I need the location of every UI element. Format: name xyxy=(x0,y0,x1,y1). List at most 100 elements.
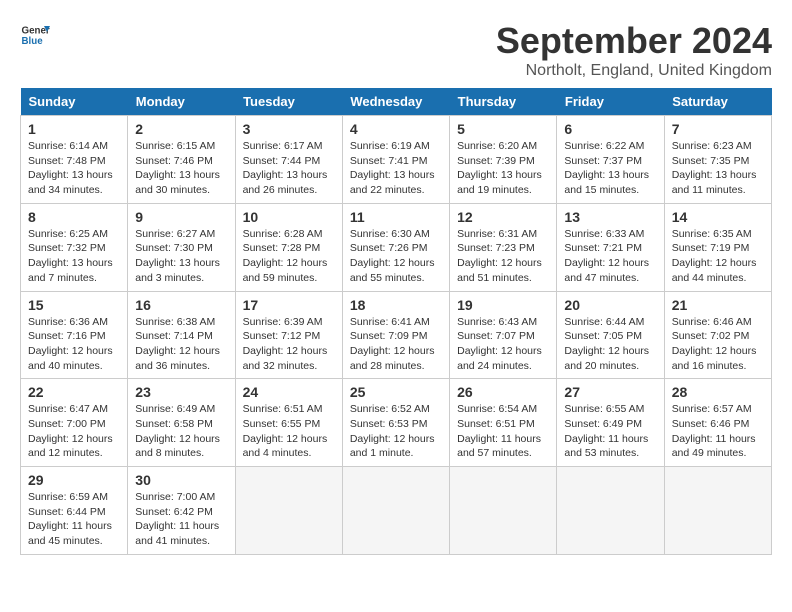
calendar-cell: 14 Sunrise: 6:35 AM Sunset: 7:19 PM Dayli… xyxy=(664,203,771,291)
day-info: Sunrise: 6:23 AM Sunset: 7:35 PM Dayligh… xyxy=(672,139,764,198)
calendar-cell: 28 Sunrise: 6:57 AM Sunset: 6:46 PM Dayli… xyxy=(664,379,771,467)
day-info: Sunrise: 6:59 AM Sunset: 6:44 PM Dayligh… xyxy=(28,490,120,549)
day-number: 28 xyxy=(672,384,764,400)
calendar-cell xyxy=(342,467,449,555)
day-number: 18 xyxy=(350,297,442,313)
day-number: 3 xyxy=(243,121,335,137)
calendar-cell xyxy=(450,467,557,555)
day-info: Sunrise: 6:22 AM Sunset: 7:37 PM Dayligh… xyxy=(564,139,656,198)
day-info: Sunrise: 6:51 AM Sunset: 6:55 PM Dayligh… xyxy=(243,402,335,461)
day-number: 21 xyxy=(672,297,764,313)
page-header: General Blue September 2024 Northolt, En… xyxy=(20,20,772,80)
calendar-cell: 15 Sunrise: 6:36 AM Sunset: 7:16 PM Dayli… xyxy=(21,291,128,379)
day-number: 5 xyxy=(457,121,549,137)
calendar-cell: 30 Sunrise: 7:00 AM Sunset: 6:42 PM Dayli… xyxy=(128,467,235,555)
day-info: Sunrise: 6:27 AM Sunset: 7:30 PM Dayligh… xyxy=(135,227,227,286)
calendar-cell: 13Sunrise: 6:33 AM Sunset: 7:21 PM Dayli… xyxy=(557,203,664,291)
col-header-tuesday: Tuesday xyxy=(235,88,342,116)
calendar-cell: 29 Sunrise: 6:59 AM Sunset: 6:44 PM Dayli… xyxy=(21,467,128,555)
day-info: Sunrise: 6:43 AM Sunset: 7:07 PM Dayligh… xyxy=(457,315,549,374)
day-number: 9 xyxy=(135,209,227,225)
day-number: 17 xyxy=(243,297,335,313)
location-subtitle: Northolt, England, United Kingdom xyxy=(496,62,772,80)
col-header-wednesday: Wednesday xyxy=(342,88,449,116)
calendar-cell: 18 Sunrise: 6:41 AM Sunset: 7:09 PM Dayli… xyxy=(342,291,449,379)
calendar-cell: 17 Sunrise: 6:39 AM Sunset: 7:12 PM Dayli… xyxy=(235,291,342,379)
week-row-3: 15 Sunrise: 6:36 AM Sunset: 7:16 PM Dayli… xyxy=(21,291,772,379)
day-info: Sunrise: 6:44 AM Sunset: 7:05 PM Dayligh… xyxy=(564,315,656,374)
week-row-5: 29 Sunrise: 6:59 AM Sunset: 6:44 PM Dayli… xyxy=(21,467,772,555)
day-number: 8 xyxy=(28,209,120,225)
day-number: 26 xyxy=(457,384,549,400)
calendar-cell: 7 Sunrise: 6:23 AM Sunset: 7:35 PM Daylig… xyxy=(664,116,771,204)
calendar-cell: 8Sunrise: 6:25 AM Sunset: 7:32 PM Daylig… xyxy=(21,203,128,291)
calendar-cell: 24 Sunrise: 6:51 AM Sunset: 6:55 PM Dayli… xyxy=(235,379,342,467)
day-info: Sunrise: 6:46 AM Sunset: 7:02 PM Dayligh… xyxy=(672,315,764,374)
day-number: 2 xyxy=(135,121,227,137)
day-number: 10 xyxy=(243,209,335,225)
day-info: Sunrise: 6:17 AM Sunset: 7:44 PM Dayligh… xyxy=(243,139,335,198)
day-number: 4 xyxy=(350,121,442,137)
day-number: 6 xyxy=(564,121,656,137)
day-info: Sunrise: 6:55 AM Sunset: 6:49 PM Dayligh… xyxy=(564,402,656,461)
week-row-4: 22 Sunrise: 6:47 AM Sunset: 7:00 PM Dayli… xyxy=(21,379,772,467)
logo: General Blue xyxy=(20,20,50,50)
day-number: 27 xyxy=(564,384,656,400)
calendar-cell: 16 Sunrise: 6:38 AM Sunset: 7:14 PM Dayli… xyxy=(128,291,235,379)
day-number: 24 xyxy=(243,384,335,400)
calendar-cell: 11Sunrise: 6:30 AM Sunset: 7:26 PM Dayli… xyxy=(342,203,449,291)
day-info: Sunrise: 6:54 AM Sunset: 6:51 PM Dayligh… xyxy=(457,402,549,461)
month-title: September 2024 xyxy=(496,20,772,62)
day-number: 29 xyxy=(28,472,120,488)
calendar-table: SundayMondayTuesdayWednesdayThursdayFrid… xyxy=(20,88,772,555)
day-number: 14 xyxy=(672,209,764,225)
day-info: Sunrise: 6:38 AM Sunset: 7:14 PM Dayligh… xyxy=(135,315,227,374)
day-info: Sunrise: 6:47 AM Sunset: 7:00 PM Dayligh… xyxy=(28,402,120,461)
day-info: Sunrise: 6:57 AM Sunset: 6:46 PM Dayligh… xyxy=(672,402,764,461)
calendar-cell: 12Sunrise: 6:31 AM Sunset: 7:23 PM Dayli… xyxy=(450,203,557,291)
calendar-header-row: SundayMondayTuesdayWednesdayThursdayFrid… xyxy=(21,88,772,116)
day-number: 20 xyxy=(564,297,656,313)
calendar-cell: 5 Sunrise: 6:20 AM Sunset: 7:39 PM Daylig… xyxy=(450,116,557,204)
calendar-cell: 22 Sunrise: 6:47 AM Sunset: 7:00 PM Dayli… xyxy=(21,379,128,467)
day-number: 19 xyxy=(457,297,549,313)
day-info: Sunrise: 6:20 AM Sunset: 7:39 PM Dayligh… xyxy=(457,139,549,198)
calendar-cell: 25Sunrise: 6:52 AM Sunset: 6:53 PM Dayli… xyxy=(342,379,449,467)
day-info: Sunrise: 7:00 AM Sunset: 6:42 PM Dayligh… xyxy=(135,490,227,549)
week-row-1: 1 Sunrise: 6:14 AM Sunset: 7:48 PM Daylig… xyxy=(21,116,772,204)
week-row-2: 8Sunrise: 6:25 AM Sunset: 7:32 PM Daylig… xyxy=(21,203,772,291)
col-header-monday: Monday xyxy=(128,88,235,116)
day-number: 22 xyxy=(28,384,120,400)
calendar-cell xyxy=(235,467,342,555)
day-number: 23 xyxy=(135,384,227,400)
col-header-thursday: Thursday xyxy=(450,88,557,116)
calendar-cell: 26 Sunrise: 6:54 AM Sunset: 6:51 PM Dayli… xyxy=(450,379,557,467)
day-info: Sunrise: 6:28 AM Sunset: 7:28 PM Dayligh… xyxy=(243,227,335,286)
calendar-cell: 20 Sunrise: 6:44 AM Sunset: 7:05 PM Dayli… xyxy=(557,291,664,379)
col-header-sunday: Sunday xyxy=(21,88,128,116)
day-info: Sunrise: 6:36 AM Sunset: 7:16 PM Dayligh… xyxy=(28,315,120,374)
calendar-cell: 2 Sunrise: 6:15 AM Sunset: 7:46 PM Daylig… xyxy=(128,116,235,204)
calendar-cell: 9 Sunrise: 6:27 AM Sunset: 7:30 PM Daylig… xyxy=(128,203,235,291)
day-number: 1 xyxy=(28,121,120,137)
day-number: 12 xyxy=(457,209,549,225)
calendar-body: 1 Sunrise: 6:14 AM Sunset: 7:48 PM Daylig… xyxy=(21,116,772,555)
day-info: Sunrise: 6:15 AM Sunset: 7:46 PM Dayligh… xyxy=(135,139,227,198)
day-info: Sunrise: 6:39 AM Sunset: 7:12 PM Dayligh… xyxy=(243,315,335,374)
calendar-cell: 1 Sunrise: 6:14 AM Sunset: 7:48 PM Daylig… xyxy=(21,116,128,204)
calendar-cell xyxy=(557,467,664,555)
day-number: 30 xyxy=(135,472,227,488)
day-number: 15 xyxy=(28,297,120,313)
day-info: Sunrise: 6:19 AM Sunset: 7:41 PM Dayligh… xyxy=(350,139,442,198)
day-info: Sunrise: 6:35 AM Sunset: 7:19 PM Dayligh… xyxy=(672,227,764,286)
day-number: 13 xyxy=(564,209,656,225)
calendar-cell: 6 Sunrise: 6:22 AM Sunset: 7:37 PM Daylig… xyxy=(557,116,664,204)
col-header-saturday: Saturday xyxy=(664,88,771,116)
day-info: Sunrise: 6:14 AM Sunset: 7:48 PM Dayligh… xyxy=(28,139,120,198)
day-info: Sunrise: 6:41 AM Sunset: 7:09 PM Dayligh… xyxy=(350,315,442,374)
day-number: 16 xyxy=(135,297,227,313)
calendar-cell: 4 Sunrise: 6:19 AM Sunset: 7:41 PM Daylig… xyxy=(342,116,449,204)
logo-icon: General Blue xyxy=(20,20,50,50)
day-number: 7 xyxy=(672,121,764,137)
day-info: Sunrise: 6:30 AM Sunset: 7:26 PM Dayligh… xyxy=(350,227,442,286)
